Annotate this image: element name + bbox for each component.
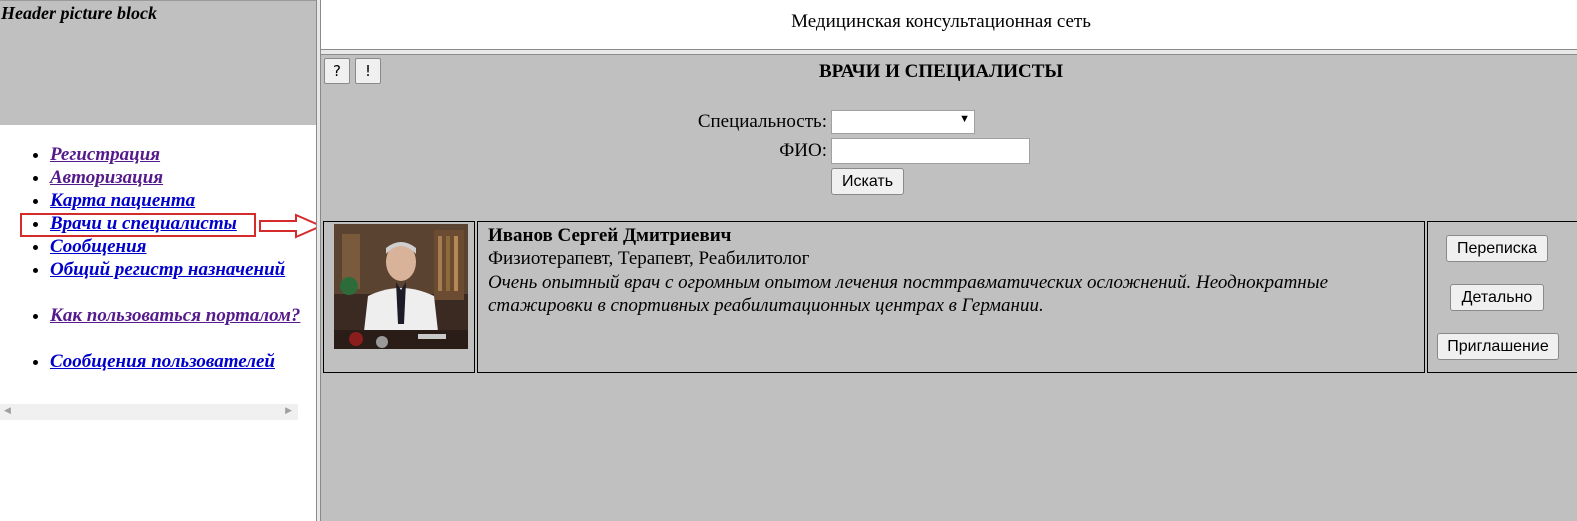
nav-link-patient-card[interactable]: Карта пациента: [50, 190, 195, 211]
doctor-name: Иванов Сергей Дмитриевич: [488, 225, 732, 246]
left-frame: Header picture block Регистрация Авториз…: [0, 0, 324, 521]
dropdown-arrow-icon: ▼: [959, 113, 970, 125]
nav-item-patient-card: Карта пациента: [50, 189, 300, 212]
doctor-photo-cell: [323, 221, 475, 373]
scroll-left-icon[interactable]: ◀: [4, 406, 11, 416]
header-picture-text: Header picture block: [1, 3, 157, 23]
doctor-actions-cell: Переписка Детально Приглашение: [1427, 221, 1577, 373]
top-frame: Медицинская консультационная сеть: [321, 0, 1577, 49]
doctor-description: Очень опытный врач с огромным опытом леч…: [488, 272, 1329, 316]
horizontal-scrollbar[interactable]: ◀ ▶: [0, 404, 298, 420]
nav-link-user-messages[interactable]: Сообщения пользователей: [50, 351, 275, 372]
specialty-label: Специальность:: [697, 111, 827, 132]
invitation-button[interactable]: Приглашение: [1437, 333, 1559, 360]
correspondence-button[interactable]: Переписка: [1446, 235, 1548, 262]
nav-link-registration[interactable]: Регистрация: [50, 144, 160, 165]
scroll-right-icon[interactable]: ▶: [285, 406, 292, 416]
nav-item-help: Как пользоваться порталом?: [50, 304, 300, 327]
arrow-right-icon: [259, 213, 324, 239]
nav-item-login: Авторизация: [50, 166, 300, 189]
nav-menu: Регистрация Авторизация Карта пациента В…: [0, 143, 300, 373]
nav-item-registration: Регистрация: [50, 143, 300, 166]
main-frame: ? ! ВРАЧИ И СПЕЦИАЛИСТЫ Специальность: ▼…: [321, 55, 1577, 521]
site-title: Медицинская консультационная сеть: [791, 11, 1091, 32]
doctor-info-cell: Иванов Сергей Дмитриевич Физиотерапевт, …: [477, 221, 1425, 373]
header-picture-block: Header picture block: [0, 0, 316, 125]
specialty-select[interactable]: ▼: [831, 110, 975, 134]
page-title: ВРАЧИ И СПЕЦИАЛИСТЫ: [818, 61, 1064, 82]
doctor-photo: [334, 224, 468, 349]
search-button[interactable]: Искать: [831, 168, 904, 195]
nav-item-user-messages: Сообщения пользователей: [50, 350, 300, 373]
details-button[interactable]: Детально: [1450, 284, 1544, 311]
highlight-box: [20, 213, 256, 237]
doctor-specialties: Физиотерапевт, Терапевт, Реабилитолог: [488, 248, 810, 269]
nav-link-login[interactable]: Авторизация: [50, 167, 163, 188]
fio-label: ФИО:: [779, 140, 827, 161]
nav-link-messages[interactable]: Сообщения: [50, 236, 146, 257]
fio-input[interactable]: [831, 138, 1030, 164]
nav-link-prescriptions[interactable]: Общий регистр назначений: [50, 259, 285, 280]
nav-link-help[interactable]: Как пользоваться порталом?: [50, 305, 300, 326]
nav-item-prescriptions: Общий регистр назначений: [50, 258, 300, 281]
